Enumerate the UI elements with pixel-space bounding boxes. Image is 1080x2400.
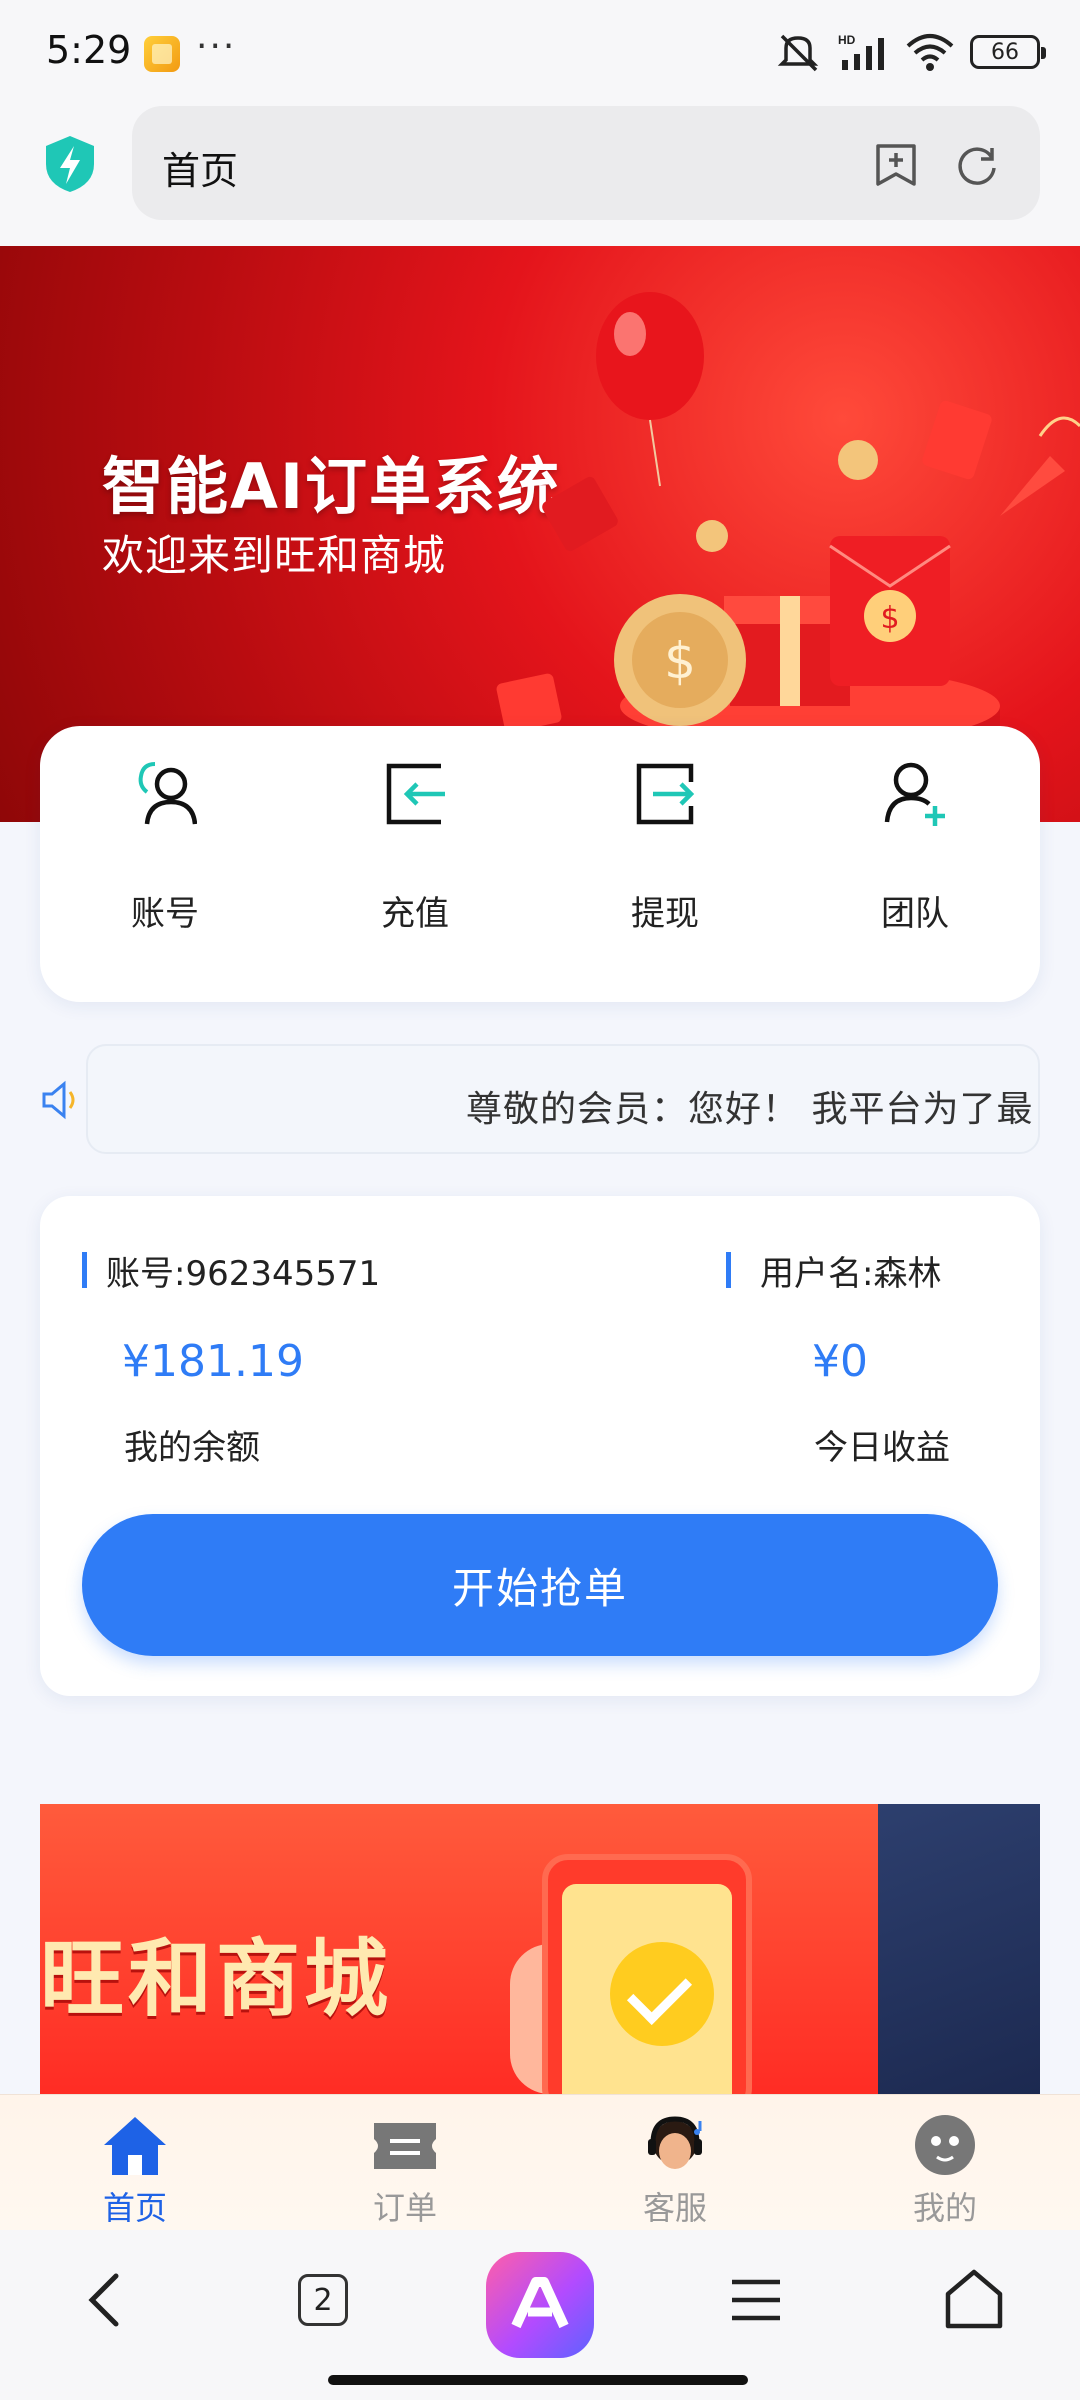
tab-label: 客服	[642, 2189, 707, 2227]
hero-subtitle: 欢迎来到旺和商城	[102, 531, 447, 580]
account-number: 账号:962345571	[106, 1254, 381, 1294]
account-icon	[138, 762, 197, 825]
start-grab-order-button[interactable]: 开始抢单	[82, 1514, 998, 1656]
promo-title: 旺和商城	[40, 1929, 393, 2028]
speaker-icon	[42, 1080, 75, 1120]
team-icon	[884, 762, 945, 826]
tab-label: 首页	[102, 2189, 167, 2227]
tab-label: 我的	[912, 2189, 977, 2227]
notification-app-icon	[144, 36, 180, 72]
app-tab-bar: 首页 订单 客服 我的	[0, 2094, 1080, 2230]
account-card: 账号:962345571 用户名:森林 ¥181.19 我的余额 ¥0 今日收益…	[40, 1196, 1040, 1696]
username: 用户名:森林	[760, 1254, 942, 1294]
quick-action-label: 账号	[131, 894, 199, 934]
quick-action-label: 团队	[881, 894, 949, 934]
reload-icon[interactable]	[954, 142, 1000, 188]
balance-label: 我的余额	[124, 1428, 260, 1468]
browser-toolbar: 首页	[0, 100, 1080, 246]
quick-action-label: 充值	[381, 894, 449, 934]
ai-logo-icon	[511, 2277, 569, 2329]
svg-text:$: $	[880, 601, 899, 636]
address-text[interactable]: 首页	[162, 140, 238, 195]
notice-marquee[interactable]: 尊敬的会员：您好！ 我平台为了最	[86, 1044, 1040, 1154]
tab-orders[interactable]: 订单	[270, 2095, 540, 2231]
more-notifications-icon: ···	[196, 26, 237, 67]
mute-icon	[777, 34, 819, 72]
tab-customer-service[interactable]: 客服	[540, 2095, 810, 2231]
quick-action-label: 提现	[631, 894, 699, 934]
status-icons: HD 66	[776, 30, 1046, 74]
tab-profile[interactable]: 我的	[810, 2095, 1080, 2231]
withdraw-icon	[636, 763, 695, 825]
promo-phone-screen	[562, 1884, 732, 2094]
promo-phone-graphic	[542, 1854, 752, 2094]
today-earnings-label: 今日收益	[814, 1428, 950, 1468]
network-type-label: HD	[838, 33, 856, 47]
quick-actions-card: 账号 充值 提现 团队	[40, 726, 1040, 1002]
shield-icon[interactable]	[44, 134, 96, 194]
tab-home[interactable]: 首页	[0, 2095, 270, 2231]
screen: 5:29 ··· HD 66 首页 智能AI订单系统 欢迎来到旺和商城 $ $ …	[0, 0, 1080, 2400]
gesture-home-indicator[interactable]	[328, 2375, 748, 2385]
check-icon	[610, 1942, 714, 2046]
account-accent-bar	[82, 1252, 87, 1288]
profile-icon	[915, 2115, 975, 2175]
quick-action-withdraw[interactable]: 提现	[540, 726, 790, 1002]
promo-next-slide	[878, 1804, 1040, 2094]
ai-assistant-button[interactable]	[486, 2252, 594, 2358]
status-time: 5:29	[46, 28, 132, 72]
quick-action-team[interactable]: 团队	[790, 726, 1040, 1002]
quick-action-recharge[interactable]: 充值	[290, 726, 540, 1002]
address-bar[interactable]: 首页	[132, 106, 1040, 220]
wifi-icon	[906, 34, 954, 71]
home-nav-icon[interactable]	[934, 2260, 1014, 2340]
status-bar: 5:29 ··· HD 66	[0, 0, 1080, 100]
today-earnings-value: ¥0	[812, 1336, 868, 1387]
home-icon	[104, 2117, 166, 2175]
tab-label: 订单	[372, 2189, 437, 2227]
battery-icon: 66	[970, 35, 1046, 69]
svg-text:$: $	[664, 632, 696, 690]
notice-text: 尊敬的会员：您好！ 我平台为了最	[466, 1089, 1034, 1130]
balance-value: ¥181.19	[122, 1336, 304, 1387]
username-accent-bar	[726, 1252, 731, 1288]
browser-nav-bar: 2	[0, 2230, 1080, 2400]
recharge-icon	[386, 763, 445, 825]
customer-service-icon	[648, 2116, 702, 2169]
back-icon[interactable]	[66, 2260, 146, 2340]
menu-icon[interactable]	[716, 2260, 796, 2340]
add-bookmark-icon[interactable]	[874, 142, 918, 188]
signal-icon: HD	[838, 33, 884, 70]
promo-banner[interactable]: 旺和商城	[40, 1804, 1040, 2094]
orders-icon	[374, 2123, 436, 2169]
quick-action-account[interactable]: 账号	[40, 726, 290, 1002]
tabs-count-button[interactable]: 2	[298, 2274, 348, 2326]
